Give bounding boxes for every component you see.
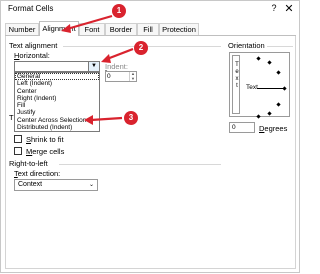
vertical-text-label: Text	[234, 62, 240, 90]
tab-font[interactable]: Font	[79, 23, 105, 35]
degrees-label: Degrees	[259, 124, 288, 133]
list-item[interactable]: Fill	[15, 102, 99, 109]
list-item[interactable]: Center Across Selection	[15, 117, 99, 124]
tab-number[interactable]: Number	[5, 23, 39, 35]
annotation-badge-1: 1	[112, 4, 126, 18]
orientation-needle[interactable]	[257, 88, 283, 89]
list-item[interactable]: Distributed (Indent)	[15, 124, 99, 131]
list-item[interactable]: General	[15, 73, 99, 81]
list-item[interactable]: Justify	[15, 109, 99, 116]
text-direction-select[interactable]: Context ⌄	[14, 179, 98, 191]
list-item[interactable]: Center	[15, 88, 99, 95]
merge-cells-label: Merge cells	[26, 147, 65, 156]
close-button[interactable]: ✕	[284, 2, 294, 15]
degrees-input[interactable]: 0	[229, 122, 255, 133]
merge-cells-checkbox[interactable]	[14, 147, 22, 155]
chevron-down-icon[interactable]: ▼	[88, 62, 99, 71]
chevron-down-icon[interactable]: ⌄	[87, 181, 96, 189]
text-direction-label: Text direction:	[14, 169, 61, 178]
indent-label: Indent:	[105, 62, 128, 71]
tab-border[interactable]: Border	[105, 23, 137, 35]
list-item[interactable]: Left (Indent)	[15, 80, 99, 87]
tab-protection[interactable]: Protection	[159, 23, 199, 35]
annotation-badge-2: 2	[134, 41, 148, 55]
spin-icon[interactable]: ▲ ▼	[129, 71, 136, 81]
text-alignment-heading: Text alignment	[9, 41, 58, 50]
format-cells-dialog: Format Cells ? ✕ Number Alignment Font B…	[0, 0, 300, 273]
shrink-to-fit-label: Shrink to fit	[26, 135, 64, 144]
tab-fill[interactable]: Fill	[137, 23, 159, 35]
text-control-heading: T	[9, 113, 14, 122]
dialog-title: Format Cells	[8, 4, 54, 13]
help-button[interactable]: ?	[269, 3, 279, 13]
degrees-value: 0	[232, 124, 236, 131]
title-bar: Format Cells ? ✕	[1, 1, 299, 19]
shrink-to-fit-checkbox[interactable]	[14, 135, 22, 143]
text-direction-value: Context	[18, 181, 43, 188]
indent-spinner[interactable]: 0 ▲ ▼	[105, 71, 137, 82]
horizontal-dropdown[interactable]: ▼	[14, 61, 100, 72]
list-item[interactable]: Right (Indent)	[15, 95, 99, 102]
indent-value: 0	[107, 73, 111, 80]
orientation-heading: Orientation	[228, 41, 265, 50]
tab-alignment[interactable]: Alignment	[39, 21, 79, 36]
section-divider	[59, 164, 221, 165]
vertical-text-toggle[interactable]: Text	[232, 55, 240, 114]
right-to-left-heading: Right-to-left	[9, 159, 48, 168]
annotation-badge-3: 3	[124, 111, 138, 125]
horizontal-options-list[interactable]: General Left (Indent) Center Right (Inde…	[14, 72, 100, 132]
section-divider	[267, 46, 293, 47]
horizontal-label: Horizontal:	[14, 51, 50, 60]
